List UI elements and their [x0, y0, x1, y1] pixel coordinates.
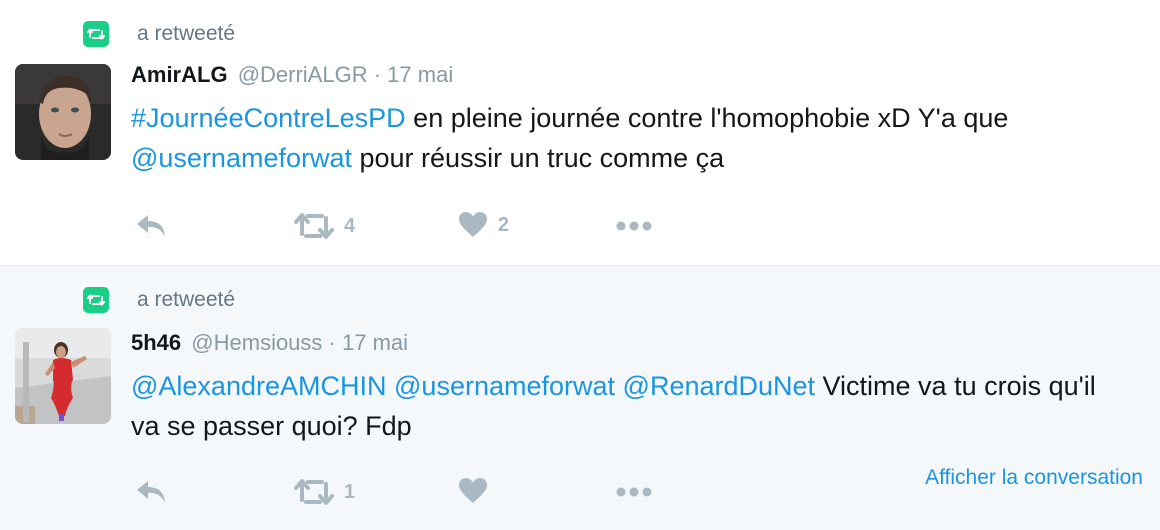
- retweet-label: a retweeté: [137, 22, 236, 45]
- show-conversation-link[interactable]: Afficher la conversation: [925, 466, 1143, 490]
- more-button[interactable]: [615, 477, 653, 507]
- heart-icon: [458, 477, 488, 505]
- tweet-date[interactable]: 17 mai: [342, 330, 408, 355]
- author-handle[interactable]: @Hemsiouss: [191, 330, 322, 355]
- retweet-count: 1: [344, 480, 356, 503]
- retweet-icon: [294, 211, 334, 241]
- retweet-context: a retweeté: [83, 21, 235, 47]
- retweet-count: 4: [344, 214, 356, 237]
- reply-button[interactable]: [134, 477, 168, 507]
- tweet-text: @AlexandreAMCHIN @usernameforwat @Renard…: [131, 366, 1131, 446]
- author-handle[interactable]: @DerriALGR: [238, 62, 368, 87]
- more-icon: [615, 477, 653, 507]
- tweet[interactable]: a retweeté 5h46 @Hemsiouss · 17 mai @Ale…: [0, 266, 1160, 530]
- separator: ·: [328, 330, 336, 355]
- tweet[interactable]: a retweeté AmirALG @DerriALGR · 17 mai #…: [0, 0, 1160, 266]
- retweet-label: a retweeté: [137, 288, 236, 311]
- avatar[interactable]: [15, 64, 111, 160]
- reply-button[interactable]: [134, 211, 168, 241]
- reply-icon: [134, 477, 168, 507]
- tweet-header: AmirALG @DerriALGR · 17 mai: [131, 62, 453, 88]
- reply-icon: [134, 211, 168, 241]
- hashtag-link[interactable]: #JournéeContreLesPD: [131, 103, 406, 133]
- like-button[interactable]: [458, 477, 488, 505]
- retweet-button[interactable]: 4: [294, 211, 355, 241]
- like-count: 2: [498, 213, 510, 236]
- tweet-text-part: en pleine journée contre l'homophobie xD…: [405, 103, 1009, 133]
- more-button[interactable]: [615, 211, 653, 241]
- retweet-icon: [83, 21, 109, 47]
- retweet-icon: [83, 287, 109, 313]
- tweet-text: #JournéeContreLesPD en pleine journée co…: [131, 98, 1131, 178]
- tweet-header: 5h46 @Hemsiouss · 17 mai: [131, 330, 408, 356]
- tweet-date[interactable]: 17 mai: [387, 62, 453, 87]
- mention-link[interactable]: @usernameforwat: [131, 143, 352, 173]
- like-button[interactable]: 2: [458, 211, 509, 239]
- retweet-icon: [294, 477, 334, 507]
- mention-link[interactable]: @RenardDuNet: [623, 371, 816, 401]
- mention-link[interactable]: @AlexandreAMCHIN: [131, 371, 387, 401]
- retweet-context: a retweeté: [83, 287, 235, 313]
- separator: ·: [373, 62, 382, 87]
- retweet-button[interactable]: 1: [294, 477, 355, 507]
- tweet-actions: 4 2: [131, 211, 731, 241]
- tweet-text-part: pour réussir un truc comme ça: [352, 143, 725, 173]
- more-icon: [615, 211, 653, 241]
- avatar[interactable]: [15, 328, 111, 424]
- mention-link[interactable]: @usernameforwat: [394, 371, 615, 401]
- tweet-actions: 1: [131, 477, 731, 507]
- author-name[interactable]: 5h46: [131, 330, 181, 355]
- heart-icon: [458, 211, 488, 239]
- author-name[interactable]: AmirALG: [131, 62, 228, 87]
